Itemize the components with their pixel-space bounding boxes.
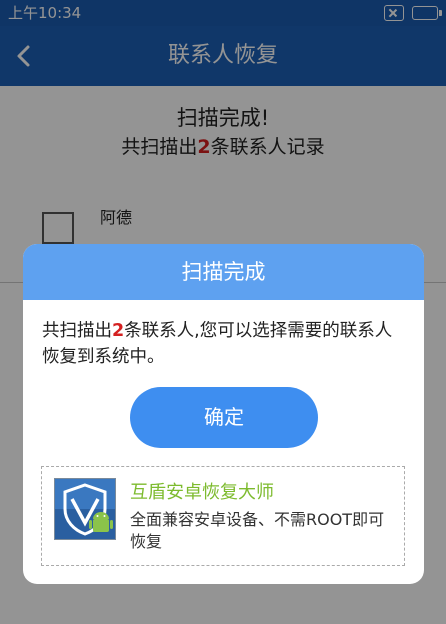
scan-complete-dialog: 扫描完成 共扫描出2条联系人,您可以选择需要的联系人恢复到系统中。 确定 互盾安… <box>23 244 424 584</box>
message-count: 2 <box>112 321 125 341</box>
message-prefix: 共扫描出 <box>42 321 112 341</box>
dialog-message: 共扫描出2条联系人,您可以选择需要的联系人恢复到系统中。 <box>42 318 408 370</box>
shield-android-logo-icon <box>54 478 116 540</box>
dialog-title: 扫描完成 <box>181 260 266 284</box>
promo-description: 全面兼容安卓设备、不需ROOT即可恢复 <box>130 510 385 551</box>
confirm-button[interactable]: 确定 <box>130 387 318 448</box>
promo-title: 互盾安卓恢复大师 <box>130 482 274 503</box>
dialog-header: 扫描完成 <box>23 244 424 300</box>
promo-banner[interactable]: 互盾安卓恢复大师 全面兼容安卓设备、不需ROOT即可恢复 <box>41 466 405 566</box>
